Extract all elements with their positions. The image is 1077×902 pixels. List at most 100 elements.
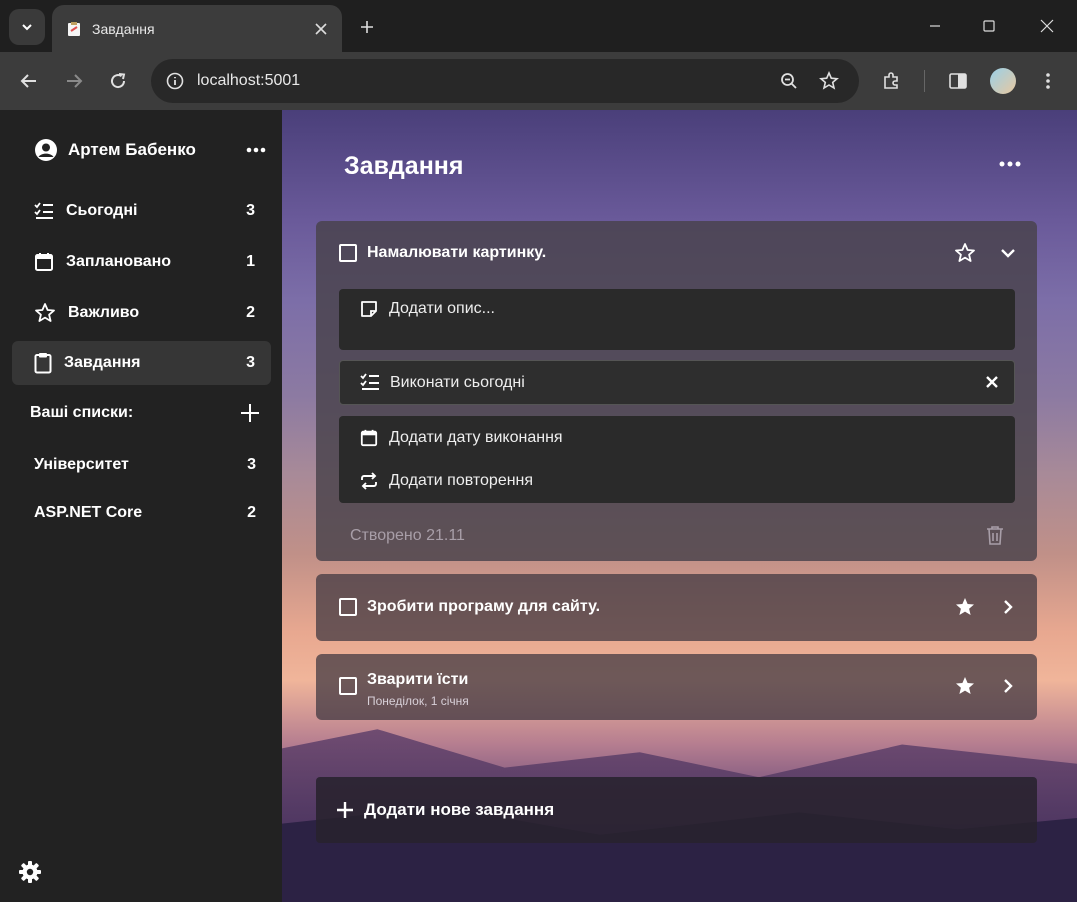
task-due-date: Понеділок, 1 січня — [367, 694, 469, 708]
task-checkbox[interactable] — [339, 244, 357, 262]
calendar-icon — [35, 253, 53, 271]
user-lists-header: Ваші списки: — [30, 400, 260, 426]
main-content: Завдання Намалювати картинку. Додати опи… — [282, 110, 1077, 902]
sidebar-item-tasks[interactable]: Завдання 3 — [12, 341, 271, 385]
sidebar-item-important[interactable]: Важливо 2 — [12, 291, 271, 335]
forward-button[interactable] — [56, 63, 92, 99]
more-horizontal-icon[interactable] — [246, 147, 266, 153]
checklist-icon — [360, 372, 380, 392]
user-profile[interactable]: Артем Бабенко — [34, 137, 266, 163]
add-repeat-label: Додати повторення — [389, 472, 534, 489]
sidebar-item-label: Важливо — [68, 304, 140, 321]
chevron-down-icon[interactable] — [994, 239, 1022, 267]
clipboard-icon — [34, 353, 52, 374]
sidebar-item-count: 3 — [246, 354, 255, 371]
sidebar-item-planned[interactable]: Заплановано 1 — [12, 240, 271, 284]
list-label: ASP.NET Core — [34, 504, 143, 521]
close-icon — [1040, 19, 1054, 33]
tab-search-button[interactable] — [9, 9, 45, 45]
bookmark-star-icon[interactable] — [809, 61, 849, 101]
sidebar-item-count: 1 — [246, 253, 255, 270]
vertical-dots-icon — [1046, 73, 1050, 89]
toolbar-divider — [924, 70, 925, 92]
more-horizontal-icon — [999, 161, 1021, 167]
site-info-icon[interactable] — [153, 59, 197, 103]
gear-icon — [19, 861, 41, 883]
close-window-button[interactable] — [1024, 8, 1070, 44]
page-options-button[interactable] — [994, 152, 1026, 176]
sidebar-list-aspnet[interactable]: ASP.NET Core 2 — [34, 500, 256, 526]
date-repeat-group: Додати дату виконання Додати повторення — [339, 416, 1015, 503]
close-tab-icon[interactable] — [306, 14, 336, 44]
task-title[interactable]: Намалювати картинку. — [367, 244, 546, 262]
back-button[interactable] — [11, 63, 47, 99]
plus-icon — [361, 21, 373, 33]
browser-titlebar: Завдання — [0, 0, 1077, 52]
browser-menu-button[interactable] — [1030, 63, 1066, 99]
sidebar-item-count: 3 — [246, 202, 255, 219]
description-field[interactable]: Додати опис... — [339, 289, 1015, 350]
arrow-left-icon — [20, 74, 36, 88]
sidebar-item-count: 2 — [246, 304, 255, 321]
plus-icon — [337, 802, 353, 818]
sidebar-item-label: Сьогодні — [66, 202, 138, 219]
user-name: Артем Бабенко — [68, 140, 196, 159]
avatar — [990, 68, 1016, 94]
sidebar: Артем Бабенко Сьогодні 3 Заплановано 1 В… — [0, 110, 282, 902]
side-panel-icon — [949, 73, 967, 89]
add-task-button[interactable]: Додати нове завдання — [316, 777, 1037, 843]
my-day-field[interactable]: Виконати сьогодні — [339, 360, 1015, 405]
close-icon[interactable] — [982, 372, 1002, 392]
side-panel-button[interactable] — [940, 63, 976, 99]
zoom-icon[interactable] — [769, 61, 809, 101]
repeat-icon — [359, 471, 379, 491]
sidebar-item-label: Заплановано — [66, 253, 172, 270]
settings-button[interactable] — [16, 858, 44, 886]
url-text: localhost:5001 — [197, 72, 301, 89]
new-tab-button[interactable] — [352, 12, 382, 42]
created-date: Створено 21.11 — [350, 527, 465, 544]
sidebar-item-label: Завдання — [64, 354, 141, 371]
task-card-expanded: Намалювати картинку. Додати опис... Вико… — [316, 221, 1037, 561]
chevron-right-icon[interactable] — [994, 593, 1022, 621]
list-count: 2 — [247, 504, 256, 521]
add-task-label: Додати нове завдання — [364, 800, 555, 819]
clipboard-favicon-icon — [68, 21, 80, 36]
calendar-icon — [359, 428, 379, 448]
my-day-label: Виконати сьогодні — [390, 374, 525, 391]
list-count: 3 — [247, 456, 256, 473]
add-list-plus-icon[interactable] — [240, 403, 260, 423]
trash-icon[interactable] — [981, 521, 1009, 549]
maximize-button[interactable] — [966, 8, 1012, 44]
task-checkbox[interactable] — [339, 598, 357, 616]
profile-button[interactable] — [985, 63, 1021, 99]
minimize-button[interactable] — [912, 8, 958, 44]
user-lists-label: Ваші списки: — [30, 404, 134, 421]
puzzle-icon — [884, 72, 898, 89]
star-filled-icon[interactable] — [951, 672, 979, 700]
user-circle-icon — [35, 139, 57, 161]
add-due-date-label: Додати дату виконання — [389, 429, 563, 446]
reload-icon — [111, 73, 126, 89]
task-checkbox[interactable] — [339, 677, 357, 695]
extensions-button[interactable] — [873, 63, 909, 99]
list-label: Університет — [34, 456, 129, 473]
task-title: Зробити програму для сайту. — [367, 598, 601, 615]
description-placeholder: Додати опис... — [389, 300, 495, 317]
task-card[interactable]: Зварити їсти Понеділок, 1 січня — [316, 654, 1037, 720]
reload-button[interactable] — [100, 63, 136, 99]
browser-tab[interactable]: Завдання — [52, 5, 342, 52]
star-filled-icon[interactable] — [951, 593, 979, 621]
task-card[interactable]: Зробити програму для сайту. — [316, 574, 1037, 641]
chevron-right-icon[interactable] — [994, 672, 1022, 700]
star-outline-icon — [35, 303, 55, 322]
star-outline-icon[interactable] — [951, 239, 979, 267]
page-title: Завдання — [344, 152, 464, 180]
sidebar-item-today[interactable]: Сьогодні 3 — [12, 189, 271, 233]
browser-toolbar: localhost:5001 — [0, 52, 1077, 110]
sidebar-list-university[interactable]: Університет 3 — [34, 452, 256, 478]
task-title: Зварити їсти — [367, 671, 469, 688]
address-bar[interactable]: localhost:5001 — [151, 59, 859, 103]
checklist-icon — [34, 202, 53, 219]
chevron-down-icon — [22, 24, 32, 31]
